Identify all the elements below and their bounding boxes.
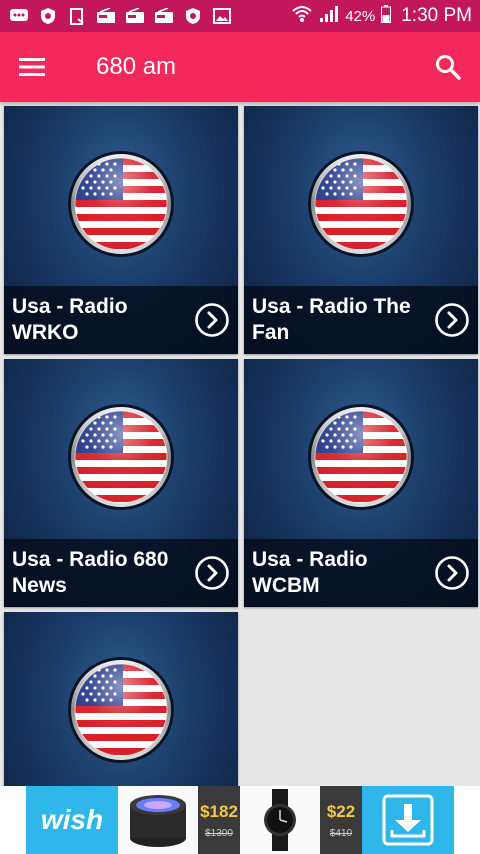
notification-icons <box>8 7 233 25</box>
chevron-right-circle-icon[interactable] <box>194 555 230 591</box>
status-bar: 42% 1:30 PM <box>0 0 480 32</box>
shield-icon <box>182 7 204 25</box>
station-card-partial[interactable] <box>4 612 238 786</box>
usa-flag-icon <box>67 656 175 764</box>
battery-percent: 42% <box>345 7 376 25</box>
card-footer: Usa - Radio 680 News <box>4 539 238 607</box>
ad-price-2[interactable]: $22 $410 <box>320 786 362 854</box>
usa-flag-icon <box>307 150 415 258</box>
chevron-right-circle-icon[interactable] <box>434 302 470 338</box>
station-card-the-fan[interactable]: Usa - Radio The Fan <box>244 106 478 354</box>
menu-button[interactable] <box>0 32 64 102</box>
station-label: Usa - Radio The Fan <box>252 295 411 344</box>
station-card-wcbm[interactable]: Usa - Radio WCBM <box>244 359 478 607</box>
page-title: 680 am <box>96 53 177 80</box>
chevron-right-circle-icon[interactable] <box>434 555 470 591</box>
station-label: Usa - Radio WRKO <box>12 295 128 344</box>
clipboard-icon <box>66 7 88 25</box>
radio-icon <box>153 7 175 25</box>
radio-icon <box>95 7 117 25</box>
ad-brand-logo[interactable]: wish <box>26 786 118 854</box>
station-card-wrko[interactable]: Usa - Radio WRKO <box>4 106 238 354</box>
usa-flag-icon <box>307 403 415 511</box>
card-footer: Usa - Radio WCBM <box>244 539 478 607</box>
app-bar: 680 am <box>0 32 480 102</box>
image-icon <box>211 7 233 25</box>
ad-price-current: $182 <box>200 801 238 821</box>
station-label: Usa - Radio 680 News <box>12 548 169 597</box>
ad-banner[interactable]: wish $182 $1300 $22 $410 <box>0 786 480 854</box>
download-icon <box>382 794 434 846</box>
card-footer: Usa - Radio WRKO <box>4 286 238 354</box>
chevron-right-circle-icon[interactable] <box>194 302 230 338</box>
station-label: Usa - Radio WCBM <box>252 548 368 597</box>
wifi-icon <box>291 5 313 28</box>
clock: 1:30 PM <box>401 5 472 26</box>
system-status: 42% 1:30 PM <box>291 4 472 28</box>
ad-price-1[interactable]: $182 $1300 <box>198 786 240 854</box>
station-grid: Usa - Radio WRKO Usa - Radio The Fan Usa… <box>0 102 480 786</box>
usa-flag-icon <box>67 403 175 511</box>
search-icon <box>436 55 461 80</box>
ad-product-watch[interactable] <box>240 786 320 854</box>
ad-download-button[interactable] <box>362 786 454 854</box>
menu-icon <box>19 58 45 76</box>
battery-icon <box>381 4 392 28</box>
station-card-680-news[interactable]: Usa - Radio 680 News <box>4 359 238 607</box>
usa-flag-icon <box>67 150 175 258</box>
signal-icon <box>319 5 339 28</box>
speaker-icon <box>130 795 186 847</box>
radio-icon <box>124 7 146 25</box>
ad-price-original: $410 <box>329 827 353 839</box>
card-footer: Usa - Radio The Fan <box>244 286 478 354</box>
ad-price-original: $1300 <box>205 827 233 839</box>
watch-icon <box>264 789 296 851</box>
search-button[interactable] <box>416 32 480 102</box>
shield-icon <box>37 7 59 25</box>
ad-product-speaker[interactable] <box>118 786 198 854</box>
message-icon <box>8 7 30 25</box>
ad-price-current: $22 <box>326 801 356 821</box>
